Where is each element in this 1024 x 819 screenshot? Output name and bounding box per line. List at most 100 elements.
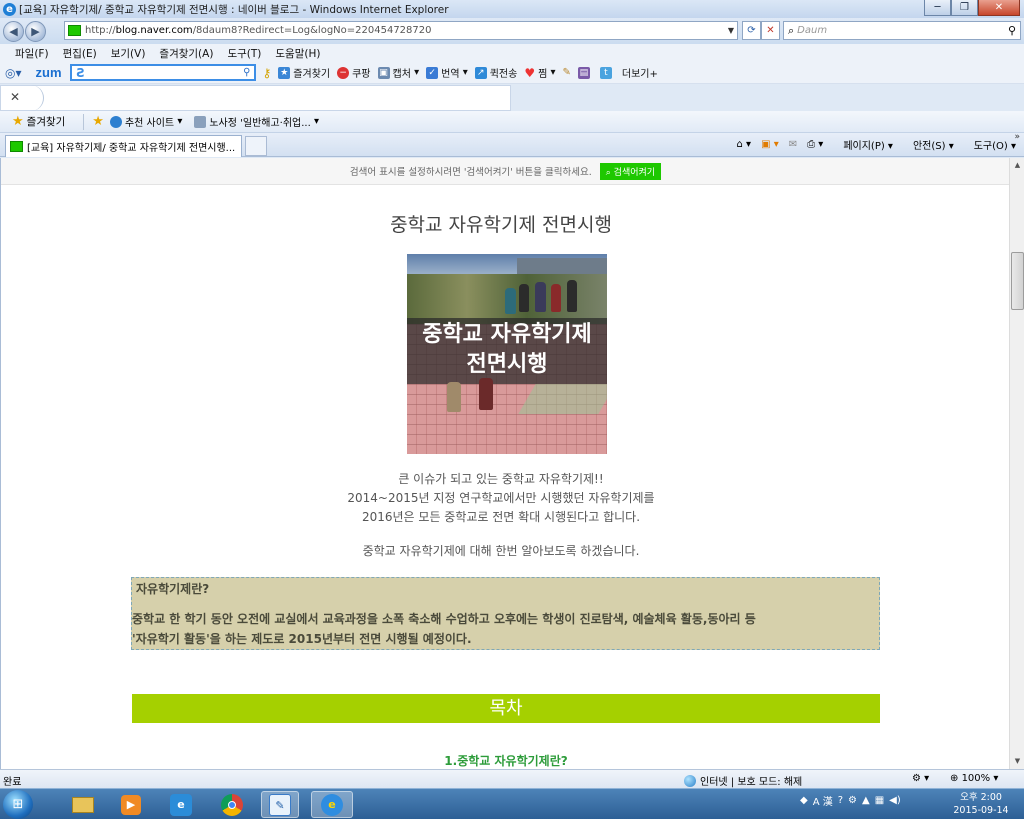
quick-send-button[interactable]: ↗ 퀵전송 <box>474 65 517 80</box>
coupang-button[interactable]: − 쿠팡 <box>337 65 371 80</box>
rss-icon[interactable]: ▣ ▾ <box>761 139 779 150</box>
search-box[interactable]: ⌕ Daum ⚲ <box>783 21 1021 40</box>
more-button[interactable]: 더보기+ <box>622 65 658 80</box>
broom-icon[interactable]: ✎ <box>563 67 571 78</box>
protected-mode-icon[interactable]: ⚙ ▾ <box>912 773 929 784</box>
menu-tools[interactable]: 도구(T) <box>227 46 261 61</box>
chrome-taskbar-button[interactable] <box>213 791 251 818</box>
menu-help[interactable]: 도움말(H) <box>275 46 320 61</box>
save-icon[interactable]: ▤ <box>577 66 593 79</box>
favorites-button[interactable]: 즐겨찾기 <box>27 114 66 129</box>
tab-favicon-icon <box>10 141 23 152</box>
toolbar-options-icon[interactable]: ◎▾ <box>5 66 22 80</box>
shield-icon[interactable]: ◆ <box>800 795 808 806</box>
ie-window-icon: e <box>321 793 343 816</box>
key-icon[interactable]: ⚷ <box>263 66 272 80</box>
zum-favorites-button[interactable]: ★ 즐겨찾기 <box>278 65 330 80</box>
command-bar: ⌂ ▾ ▣ ▾ ✉ ⎙ ▾ 페이지(P) ▾ 안전(S) ▾ 도구(O) ▾ <box>727 137 1016 152</box>
translate-icon: ✓ <box>426 66 439 79</box>
page-icon <box>194 115 207 128</box>
zum-toolbar: ◎▾ zum Ƨ ⚲ ⚷ ★ 즐겨찾기 − 쿠팡 ▣ 캡처 ▾ ✓ 번역 ▾ ↗ 퀵전송 … <box>0 62 1024 84</box>
ie-taskbar-button[interactable]: e <box>162 791 200 818</box>
media-player-taskbar-button[interactable]: ▶ <box>112 791 150 818</box>
search-term-on-button[interactable]: ⌕ 검색어켜기 <box>599 162 662 180</box>
clock-date: 2015-09-14 <box>953 805 1009 816</box>
zum-input-value: Ƨ <box>76 65 86 80</box>
toolbar-overflow-icon[interactable]: » <box>1014 132 1020 142</box>
search-icon[interactable]: ⚲ <box>1008 24 1016 37</box>
help-icon[interactable]: ? <box>838 795 843 806</box>
translate-button[interactable]: ✓ 번역 ▾ <box>426 65 468 80</box>
tab-active[interactable]: [교육] 자유학기제/ 중학교 자유학기제 전면시행... <box>5 135 242 157</box>
tools-menu[interactable]: 도구(O) ▾ <box>964 137 1016 152</box>
capture-button[interactable]: ▣ 캡처 ▾ <box>377 65 419 80</box>
home-icon[interactable]: ⌂ ▾ <box>737 139 752 150</box>
volume-icon[interactable]: ◀) <box>889 795 901 806</box>
add-favorite-icon[interactable]: ★ <box>92 114 104 129</box>
menu-edit[interactable]: 편집(E) <box>63 46 97 61</box>
security-zone[interactable]: 인터넷 | 보호 모드: 해제 <box>684 773 802 788</box>
forward-button[interactable]: ▶ <box>25 20 46 42</box>
url-text: http://blog.naver.com/8daum8?Redirect=Lo… <box>85 25 432 36</box>
zum-logo[interactable]: zum <box>36 65 62 80</box>
maximize-button[interactable]: ❐ <box>951 0 978 16</box>
favorite-link-news[interactable]: 노사정 '일반해고·취업... ▾ <box>194 114 319 129</box>
post-title: 중학교 자유학기제 전면시행 <box>390 214 612 236</box>
show-hidden-icons[interactable]: ▲ <box>862 795 870 806</box>
search-placeholder: Daum <box>797 25 828 36</box>
refresh-button[interactable]: ⟳ <box>742 21 761 40</box>
notification-box <box>0 85 511 111</box>
quick-send-icon: ↗ <box>474 66 487 79</box>
clock[interactable]: 오후 2:00 2015-09-14 <box>946 791 1016 817</box>
window-title: [교육] 자유학기제/ 중학교 자유학기제 전면시행 : 네이버 블로그 - W… <box>19 3 449 16</box>
ime-indicator[interactable]: A 漢 <box>813 793 833 808</box>
mail-icon[interactable]: ✉ <box>789 139 797 150</box>
status-bar: 완료 인터넷 | 보호 모드: 해제 ⚙ ▾ ⊕ 100% ▾ <box>0 769 1024 788</box>
status-text: 완료 <box>3 777 22 788</box>
ie-active-taskbar-button[interactable]: e <box>311 791 353 818</box>
address-bar[interactable]: http://blog.naver.com/8daum8?Redirect=Lo… <box>64 21 738 40</box>
address-row: ◀ ▶ http://blog.naver.com/8daum8?Redirec… <box>0 18 1024 44</box>
start-button[interactable]: ⊞ <box>3 790 33 819</box>
wishlist-button[interactable]: ♥ 찜 ▾ <box>524 65 555 81</box>
minimize-button[interactable]: ─ <box>924 0 951 16</box>
vertical-scrollbar[interactable]: ▲ ▼ <box>1009 158 1024 769</box>
toc-header: 목차 <box>132 694 880 723</box>
taskbar: ⊞ ▶ e ✎ e ◆ A 漢 ? ⚙ ▲ ▦ ◀) 오후 2:00 2015-… <box>0 788 1024 819</box>
zum-search-icon[interactable]: ⚲ <box>243 67 250 78</box>
safety-menu[interactable]: 안전(S) ▾ <box>903 137 954 152</box>
notification-row: ✕ <box>0 85 1024 111</box>
star-icon: ★ <box>278 66 291 79</box>
scrollbar-thumb[interactable] <box>1011 252 1024 310</box>
address-dropdown-icon[interactable]: ▼ <box>728 26 734 35</box>
definition-body: 중학교 한 학기 동안 오전에 교실에서 교육과정을 소폭 축소해 수업하고 오… <box>132 612 756 646</box>
close-notification-icon[interactable]: ✕ <box>10 90 20 104</box>
favorites-star-icon: ★ <box>12 114 24 129</box>
tray-settings-icon[interactable]: ⚙ <box>848 795 857 806</box>
suggested-sites-button[interactable]: 추천 사이트 ▾ <box>109 114 182 129</box>
network-icon[interactable]: ▦ <box>875 795 884 806</box>
new-tab-button[interactable] <box>245 136 267 156</box>
scroll-down-icon[interactable]: ▼ <box>1010 754 1024 769</box>
editor-taskbar-button[interactable]: ✎ <box>261 791 299 818</box>
close-window-button[interactable]: ✕ <box>978 0 1020 16</box>
menu-favorites[interactable]: 즐겨찾기(A) <box>159 46 213 61</box>
chrome-icon <box>221 793 243 816</box>
explorer-taskbar-button[interactable] <box>64 791 102 818</box>
tab-title: [교육] 자유학기제/ 중학교 자유학기제 전면시행... <box>27 143 236 154</box>
zoom-level[interactable]: ⊕ 100% ▾ <box>950 773 998 784</box>
system-tray: ◆ A 漢 ? ⚙ ▲ ▦ ◀) <box>800 793 906 808</box>
menu-view[interactable]: 보기(V) <box>111 46 146 61</box>
back-button[interactable]: ◀ <box>3 20 24 42</box>
scroll-up-icon[interactable]: ▲ <box>1010 158 1024 173</box>
stop-button[interactable]: ✕ <box>761 21 780 40</box>
twitter-icon[interactable]: t <box>599 66 615 79</box>
page-menu[interactable]: 페이지(P) ▾ <box>833 137 893 152</box>
toc-item-1[interactable]: 1.중학교 자유학기제란? <box>1 752 1009 769</box>
intro-paragraph: 큰 이슈가 되고 있는 중학교 자유학기제!! 2014~2015년 지정 연구… <box>347 472 655 524</box>
ie-small-icon <box>109 115 122 128</box>
zum-search-input[interactable]: Ƨ ⚲ <box>69 64 256 81</box>
favorites-separator <box>83 113 85 130</box>
menu-file[interactable]: 파일(F) <box>15 46 49 61</box>
print-icon[interactable]: ⎙ ▾ <box>807 139 823 150</box>
